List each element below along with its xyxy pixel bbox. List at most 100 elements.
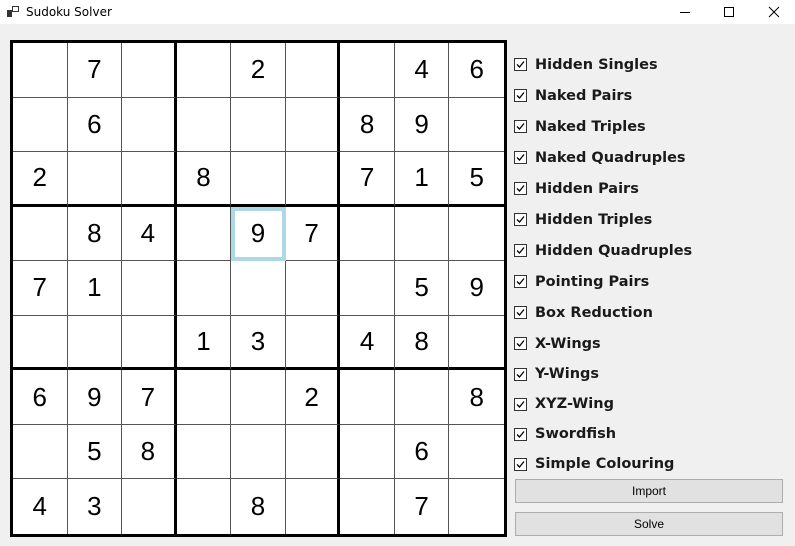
grid-cell[interactable] — [340, 261, 395, 316]
strategy-checkbox[interactable] — [514, 244, 527, 257]
grid-cell[interactable] — [176, 479, 232, 534]
grid-cell[interactable] — [13, 315, 68, 371]
grid-cell[interactable] — [67, 315, 123, 371]
grid-cell[interactable] — [13, 424, 68, 480]
strategy-option[interactable]: Hidden Triples — [514, 204, 786, 235]
grid-cell[interactable]: 2 — [285, 370, 341, 425]
grid-cell[interactable] — [285, 479, 341, 534]
grid-cell[interactable]: 2 — [231, 43, 286, 98]
strategy-checkbox[interactable] — [514, 427, 527, 441]
grid-cell[interactable]: 9 — [394, 97, 450, 153]
grid-cell[interactable] — [122, 479, 177, 534]
grid-cell[interactable]: 9 — [231, 206, 286, 262]
grid-cell[interactable]: 7 — [285, 206, 341, 262]
strategy-option[interactable]: Simple Colouring — [514, 449, 786, 479]
grid-cell[interactable] — [67, 152, 123, 207]
strategy-checkbox[interactable] — [514, 337, 527, 350]
grid-cell[interactable] — [285, 424, 341, 480]
grid-cell[interactable] — [231, 370, 286, 425]
strategy-checkbox[interactable] — [514, 89, 527, 102]
grid-cell[interactable]: 4 — [13, 479, 68, 534]
strategy-option[interactable]: Naked Pairs — [514, 80, 786, 111]
strategy-checkbox[interactable] — [514, 58, 527, 71]
grid-cell[interactable]: 4 — [122, 206, 177, 262]
grid-cell[interactable] — [449, 97, 504, 153]
grid-cell[interactable]: 8 — [122, 424, 177, 480]
grid-cell[interactable]: 7 — [67, 43, 123, 98]
grid-cell[interactable] — [176, 424, 232, 480]
grid-cell[interactable]: 8 — [231, 479, 286, 534]
strategy-checkbox[interactable] — [514, 151, 527, 164]
grid-cell[interactable] — [340, 370, 395, 425]
grid-cell[interactable] — [122, 97, 177, 153]
grid-cell[interactable] — [340, 479, 395, 534]
grid-cell[interactable] — [285, 97, 341, 153]
grid-cell[interactable]: 1 — [394, 152, 450, 207]
grid-cell[interactable] — [285, 43, 341, 98]
import-button[interactable]: Import — [515, 479, 783, 503]
grid-cell[interactable]: 6 — [67, 97, 123, 153]
close-button[interactable] — [751, 0, 795, 24]
grid-cell[interactable]: 5 — [394, 261, 450, 316]
grid-cell[interactable]: 9 — [67, 370, 123, 425]
grid-cell[interactable]: 6 — [13, 370, 68, 425]
grid-cell[interactable] — [340, 206, 395, 262]
grid-cell[interactable] — [13, 97, 68, 153]
grid-cell[interactable] — [449, 315, 504, 371]
grid-cell[interactable]: 3 — [231, 315, 286, 371]
grid-cell[interactable]: 5 — [449, 152, 504, 207]
grid-cell[interactable] — [449, 424, 504, 480]
grid-cell[interactable] — [176, 43, 232, 98]
grid-cell[interactable]: 8 — [394, 315, 450, 371]
grid-cell[interactable]: 8 — [340, 97, 395, 153]
grid-cell[interactable]: 6 — [449, 43, 504, 98]
strategy-option[interactable]: XYZ-Wing — [514, 389, 786, 419]
grid-cell[interactable] — [285, 152, 341, 207]
grid-cell[interactable] — [122, 43, 177, 98]
solve-button[interactable]: Solve — [515, 512, 783, 536]
strategy-option[interactable]: Pointing Pairs — [514, 266, 786, 297]
grid-cell[interactable] — [285, 315, 341, 371]
grid-cell[interactable]: 4 — [394, 43, 450, 98]
strategy-option[interactable]: Swordfish — [514, 419, 786, 449]
maximize-button[interactable] — [706, 0, 752, 24]
grid-cell[interactable] — [122, 261, 177, 316]
strategy-option[interactable]: Hidden Singles — [514, 49, 786, 80]
strategy-option[interactable]: Naked Triples — [514, 111, 786, 142]
grid-cell[interactable]: 7 — [13, 261, 68, 316]
grid-cell[interactable]: 7 — [340, 152, 395, 207]
grid-cell[interactable] — [176, 261, 232, 316]
strategy-option[interactable]: Hidden Quadruples — [514, 235, 786, 266]
strategy-checkbox[interactable] — [514, 367, 527, 381]
strategy-checkbox[interactable] — [514, 306, 527, 319]
strategy-option[interactable]: X-Wings — [514, 328, 786, 359]
strategy-checkbox[interactable] — [514, 182, 527, 195]
grid-cell[interactable] — [231, 261, 286, 316]
grid-cell[interactable]: 4 — [340, 315, 395, 371]
grid-cell[interactable]: 3 — [67, 479, 123, 534]
grid-cell[interactable] — [449, 206, 504, 262]
grid-cell[interactable] — [231, 97, 286, 153]
grid-cell[interactable] — [340, 424, 395, 480]
strategy-checkbox[interactable] — [514, 275, 527, 288]
grid-cell[interactable] — [394, 370, 450, 425]
strategy-option[interactable]: Hidden Pairs — [514, 173, 786, 204]
grid-cell[interactable]: 9 — [449, 261, 504, 316]
grid-cell[interactable] — [176, 97, 232, 153]
grid-cell[interactable] — [13, 206, 68, 262]
strategy-checkbox[interactable] — [514, 457, 527, 471]
grid-cell[interactable]: 8 — [67, 206, 123, 262]
strategy-option[interactable]: Box Reduction — [514, 297, 786, 328]
grid-cell[interactable]: 6 — [394, 424, 450, 480]
grid-cell[interactable]: 7 — [122, 370, 177, 425]
grid-cell[interactable] — [449, 479, 504, 534]
grid-cell[interactable]: 1 — [176, 315, 232, 371]
grid-cell[interactable]: 2 — [13, 152, 68, 207]
minimize-button[interactable] — [662, 0, 708, 24]
grid-cell[interactable]: 8 — [449, 370, 504, 425]
grid-cell[interactable] — [176, 370, 232, 425]
grid-cell[interactable]: 8 — [176, 152, 232, 207]
grid-cell[interactable] — [394, 206, 450, 262]
grid-cell[interactable] — [122, 315, 177, 371]
grid-cell[interactable] — [231, 424, 286, 480]
